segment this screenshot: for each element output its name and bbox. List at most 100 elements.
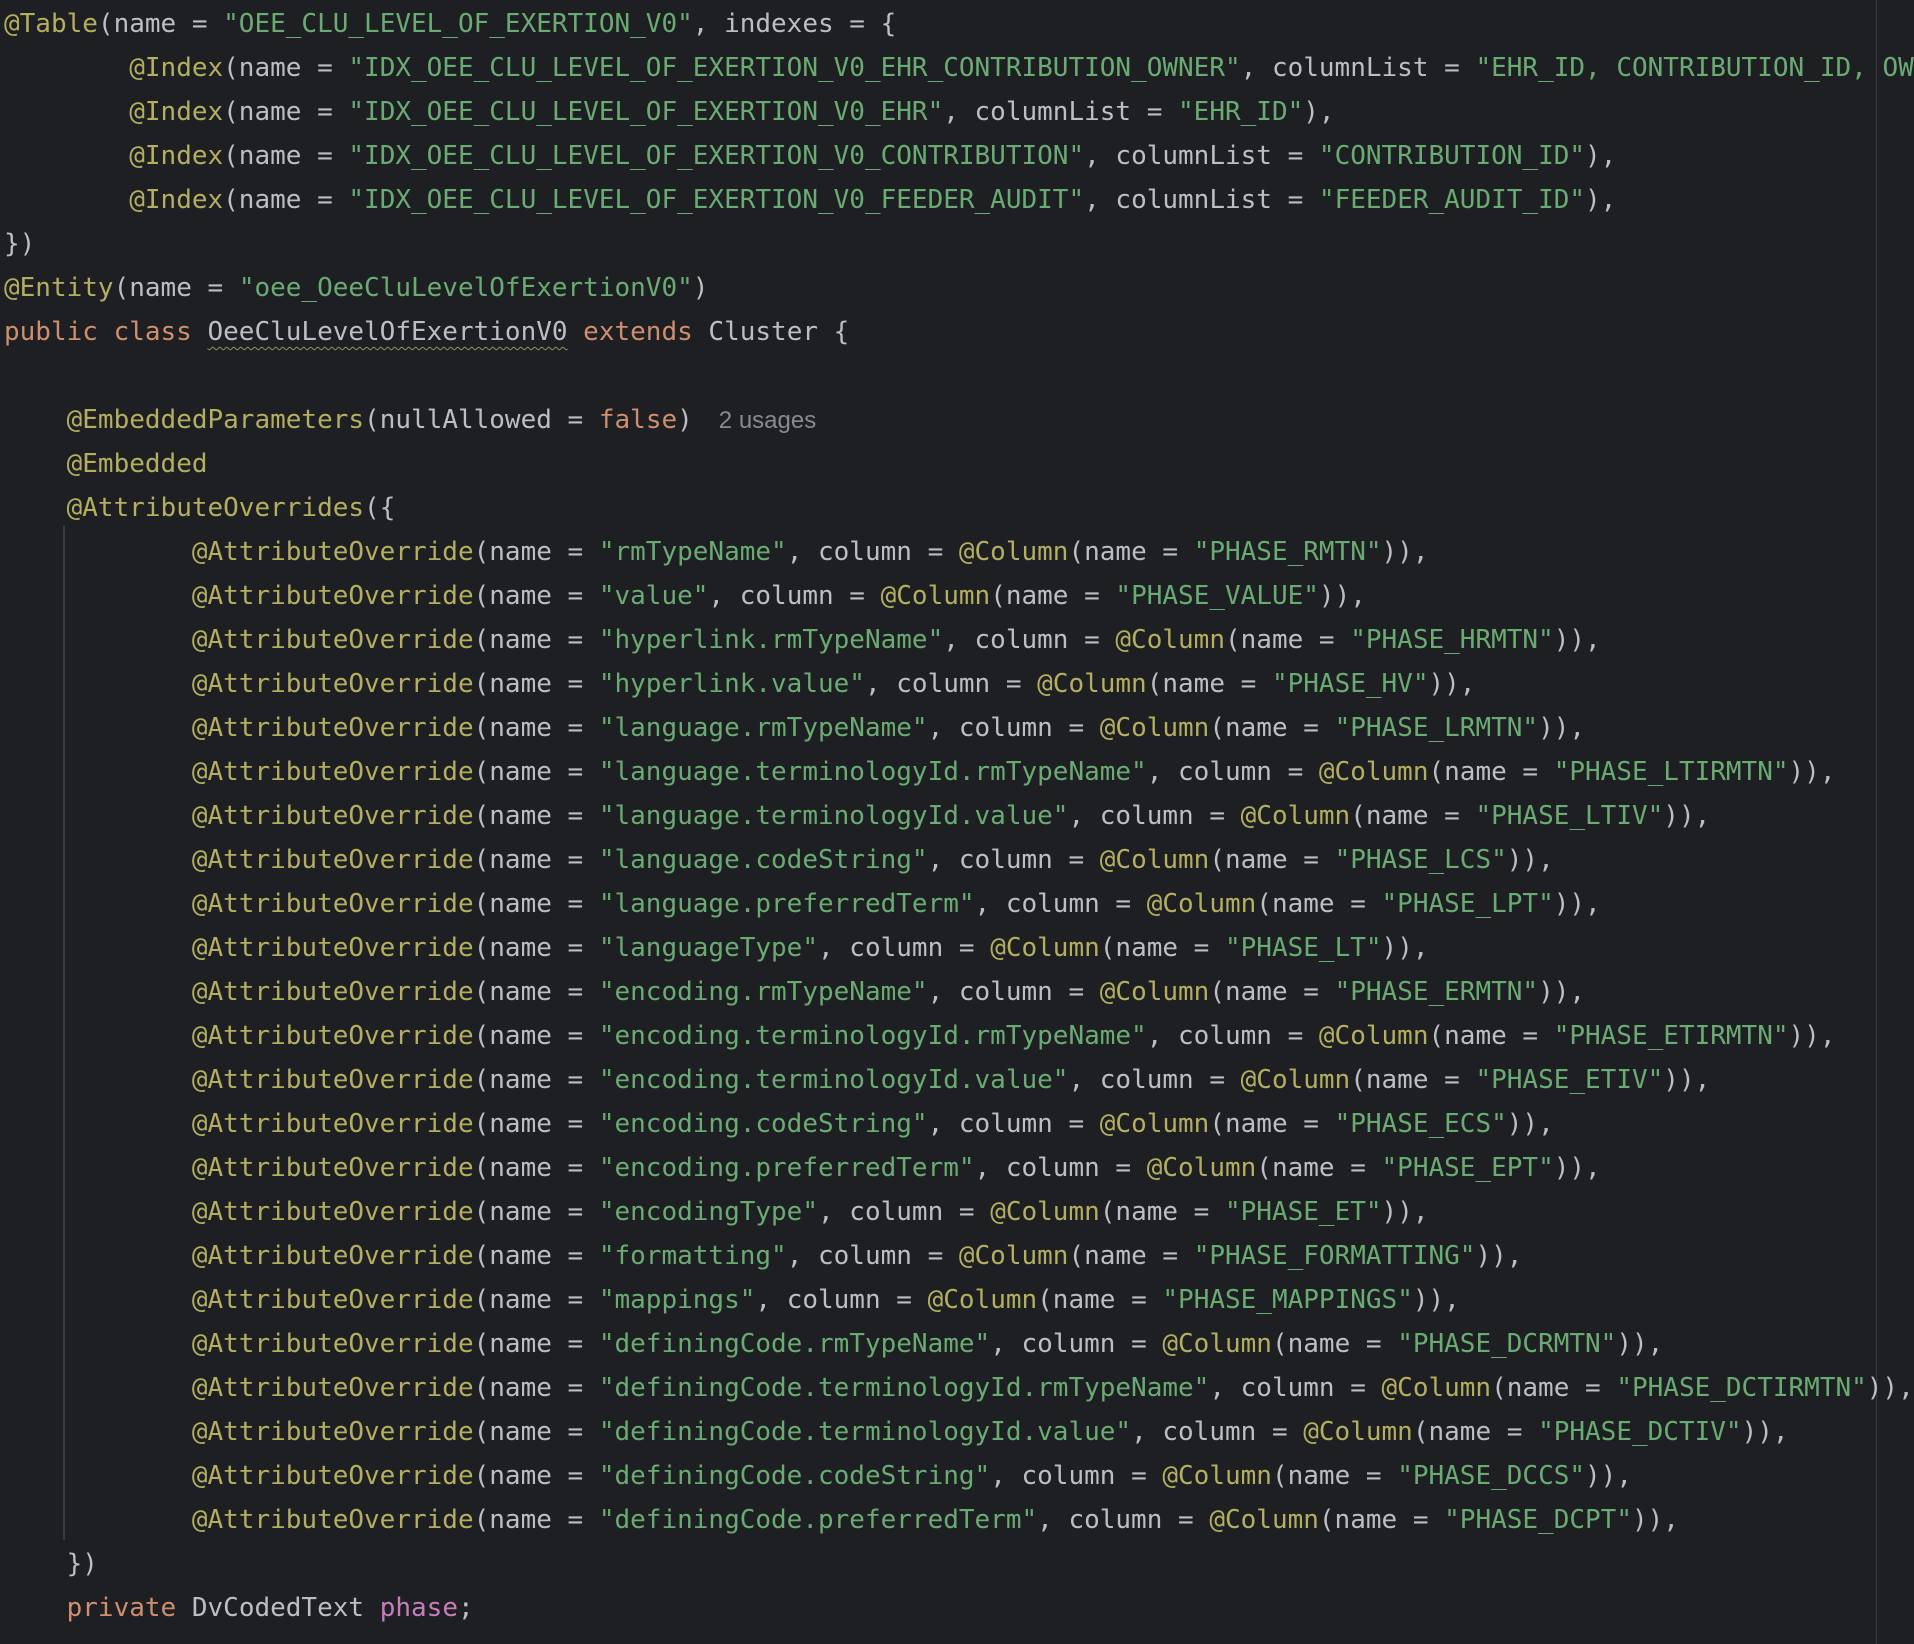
- code-line[interactable]: @Index(name = "IDX_OEE_CLU_LEVEL_OF_EXER…: [4, 46, 1914, 90]
- code-line[interactable]: @AttributeOverride(name = "encoding.rmTy…: [4, 970, 1914, 1014]
- code-line[interactable]: @AttributeOverride(name = "hyperlink.val…: [4, 662, 1914, 706]
- code-text: , column =: [864, 669, 1038, 699]
- string-literal: "PHASE_VALUE": [1115, 581, 1319, 611]
- string-literal: "PHASE_MAPPINGS": [1162, 1285, 1413, 1315]
- code-text: )),: [1553, 625, 1601, 655]
- code-line[interactable]: @AttributeOverride(name = "definingCode.…: [4, 1454, 1914, 1498]
- code-line[interactable]: [4, 354, 1914, 398]
- code-line[interactable]: @AttributeOverride(name = "hyperlink.rmT…: [4, 618, 1914, 662]
- code-line[interactable]: @Index(name = "IDX_OEE_CLU_LEVEL_OF_EXER…: [4, 134, 1914, 178]
- annotation-token: @AttributeOverride: [191, 1109, 474, 1139]
- annotation-token: @Column: [1146, 1153, 1257, 1183]
- code-line[interactable]: private DvCodedText phase;: [4, 1586, 1914, 1630]
- annotation-token: @Column: [927, 1285, 1038, 1315]
- code-line[interactable]: @AttributeOverride(name = "language.pref…: [4, 882, 1914, 926]
- code-text: (name =: [1271, 1329, 1398, 1359]
- code-line[interactable]: public class OeeCluLevelOfExertionV0 ext…: [4, 310, 1914, 354]
- code-text: , column =: [974, 1153, 1147, 1183]
- annotation-token: @Index: [129, 141, 224, 171]
- string-literal: "CONTRIBUTION_ID": [1318, 141, 1586, 171]
- code-line[interactable]: @AttributeOverride(name = "mappings", co…: [4, 1278, 1914, 1322]
- code-text: , column =: [927, 713, 1100, 743]
- annotation-token: @Column: [880, 581, 991, 611]
- code-line[interactable]: @Index(name = "IDX_OEE_CLU_LEVEL_OF_EXER…: [4, 178, 1914, 222]
- code-text: (name =: [97, 9, 224, 39]
- string-literal: "PHASE_ETIV": [1475, 1065, 1664, 1095]
- code-line[interactable]: @AttributeOverrides({: [4, 486, 1914, 530]
- code-line[interactable]: @Table(name = "OEE_CLU_LEVEL_OF_EXERTION…: [4, 2, 1914, 46]
- code-line[interactable]: @AttributeOverride(name = "encoding.term…: [4, 1058, 1914, 1102]
- code-line[interactable]: @AttributeOverride(name = "rmTypeName", …: [4, 530, 1914, 574]
- string-literal: "PHASE_LTIV": [1475, 801, 1664, 831]
- code-text: }): [4, 229, 36, 259]
- annotation-token: @AttributeOverride: [191, 801, 474, 831]
- code-line[interactable]: @AttributeOverride(name = "value", colum…: [4, 574, 1914, 618]
- code-text: (name =: [1146, 669, 1272, 699]
- code-line[interactable]: @AttributeOverride(name = "languageType"…: [4, 926, 1914, 970]
- code-line[interactable]: @AttributeOverride(name = "encoding.pref…: [4, 1146, 1914, 1190]
- annotation-token: @AttributeOverride: [191, 537, 474, 567]
- code-line[interactable]: @AttributeOverride(name = "definingCode.…: [4, 1366, 1914, 1410]
- code-line[interactable]: @AttributeOverride(name = "encoding.term…: [4, 1014, 1914, 1058]
- usages-inlay-hint[interactable]: 2 usages: [719, 407, 816, 434]
- keyword-token: false: [598, 405, 678, 435]
- annotation-token: @Column: [1115, 625, 1225, 655]
- code-text: , column =: [1146, 1021, 1319, 1051]
- code-line[interactable]: @AttributeOverride(name = "definingCode.…: [4, 1498, 1914, 1542]
- annotation-token: @Column: [1381, 1373, 1492, 1403]
- code-text: , column =: [927, 1109, 1100, 1139]
- string-literal: "language.terminologyId.value": [598, 801, 1069, 831]
- code-text: ({: [364, 493, 396, 523]
- string-literal: "definingCode.terminologyId.rmTypeName": [598, 1373, 1210, 1403]
- string-literal: "IDX_OEE_CLU_LEVEL_OF_EXERTION_V0_FEEDER…: [348, 185, 1085, 215]
- code-text: , column =: [818, 933, 991, 963]
- code-text: (name =: [473, 1241, 599, 1271]
- code-text: (name =: [1068, 1241, 1194, 1271]
- code-text: , column =: [818, 1197, 991, 1227]
- code-text: (name =: [473, 581, 599, 611]
- annotation-token: @Column: [1318, 1021, 1429, 1051]
- annotation-token: @Column: [1162, 1461, 1272, 1491]
- code-line[interactable]: @AttributeOverride(name = "language.rmTy…: [4, 706, 1914, 750]
- code-line[interactable]: @AttributeOverride(name = "definingCode.…: [4, 1410, 1914, 1454]
- code-editor[interactable]: @Table(name = "OEE_CLU_LEVEL_OF_EXERTION…: [0, 0, 1914, 1644]
- annotation-token: @Column: [958, 1241, 1069, 1271]
- code-line[interactable]: @Embedded: [4, 442, 1914, 486]
- code-line[interactable]: @Index(name = "IDX_OEE_CLU_LEVEL_OF_EXER…: [4, 90, 1914, 134]
- code-line[interactable]: }): [4, 1542, 1914, 1586]
- code-line[interactable]: @AttributeOverride(name = "language.term…: [4, 750, 1914, 794]
- code-line[interactable]: @Entity(name = "oee_OeeCluLevelOfExertio…: [4, 266, 1914, 310]
- code-line[interactable]: @AttributeOverride(name = "encoding.code…: [4, 1102, 1914, 1146]
- annotation-token: @AttributeOverride: [191, 1153, 474, 1183]
- annotation-token: @Index: [129, 185, 224, 215]
- code-text: )),: [1381, 1197, 1429, 1227]
- string-literal: "PHASE_ECS": [1334, 1109, 1507, 1139]
- code-text: , column =: [927, 977, 1100, 1007]
- code-lines[interactable]: @Table(name = "OEE_CLU_LEVEL_OF_EXERTION…: [4, 2, 1914, 1630]
- code-line[interactable]: }): [4, 222, 1914, 266]
- code-line[interactable]: @AttributeOverride(name = "encodingType"…: [4, 1190, 1914, 1234]
- code-text: (name =: [473, 845, 599, 875]
- code-line[interactable]: @AttributeOverride(name = "definingCode.…: [4, 1322, 1914, 1366]
- field-name: phase: [379, 1593, 458, 1623]
- code-line[interactable]: @EmbeddedParameters(nullAllowed = false)…: [4, 398, 1914, 442]
- code-text: )),: [1663, 801, 1711, 831]
- string-literal: "definingCode.preferredTerm": [598, 1505, 1038, 1535]
- annotation-token: @Column: [990, 933, 1100, 963]
- code-line[interactable]: @AttributeOverride(name = "language.code…: [4, 838, 1914, 882]
- code-line[interactable]: @AttributeOverride(name = "formatting", …: [4, 1234, 1914, 1278]
- code-line[interactable]: @AttributeOverride(name = "language.term…: [4, 794, 1914, 838]
- string-literal: "hyperlink.rmTypeName": [598, 625, 944, 655]
- code-text: (name =: [473, 1417, 599, 1447]
- code-text: , column =: [1068, 1065, 1241, 1095]
- code-text: (name =: [473, 1197, 599, 1227]
